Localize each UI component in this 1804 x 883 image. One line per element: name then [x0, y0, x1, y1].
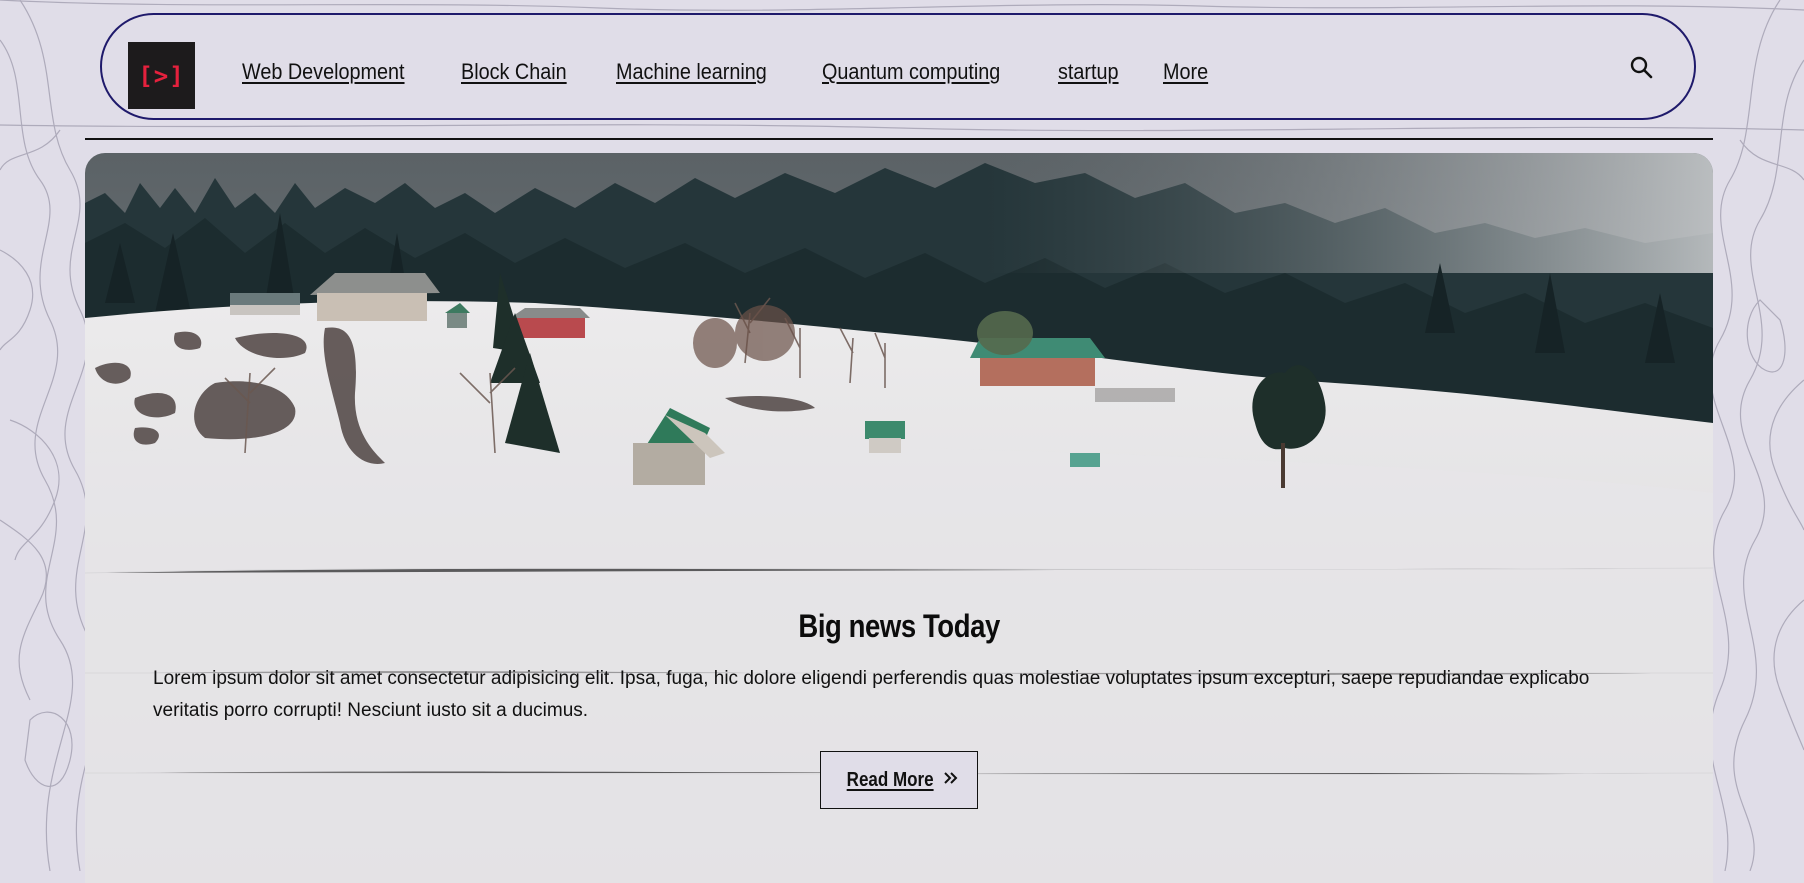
read-more-button[interactable]: Read More	[820, 751, 978, 809]
hero-section: Big news Today Lorem ipsum dolor sit ame…	[85, 153, 1713, 883]
header-divider	[85, 138, 1713, 140]
logo-text: [>]	[138, 61, 185, 90]
double-chevron-right-icon	[943, 769, 959, 792]
nav-link-machine-learning[interactable]: Machine learning	[616, 59, 767, 85]
nav-links: Web Development Block Chain Machine lear…	[242, 59, 1251, 85]
site-logo[interactable]: [>]	[128, 42, 195, 109]
read-more-label: Read More	[846, 768, 934, 791]
top-navbar: [>] Web Development Block Chain Machine …	[100, 13, 1696, 120]
hero-title: Big news Today	[798, 608, 1000, 644]
search-icon	[1630, 56, 1653, 79]
nav-link-web-development[interactable]: Web Development	[242, 59, 405, 85]
nav-link-block-chain[interactable]: Block Chain	[461, 59, 567, 85]
nav-link-startup[interactable]: startup	[1058, 59, 1119, 85]
nav-link-more[interactable]: More	[1163, 59, 1208, 85]
hero-text: Lorem ipsum dolor sit amet consectetur a…	[153, 668, 1590, 721]
nav-link-quantum-computing[interactable]: Quantum computing	[822, 59, 1000, 85]
search-button[interactable]	[1626, 52, 1656, 82]
hero-content: Big news Today Lorem ipsum dolor sit ame…	[85, 608, 1713, 809]
